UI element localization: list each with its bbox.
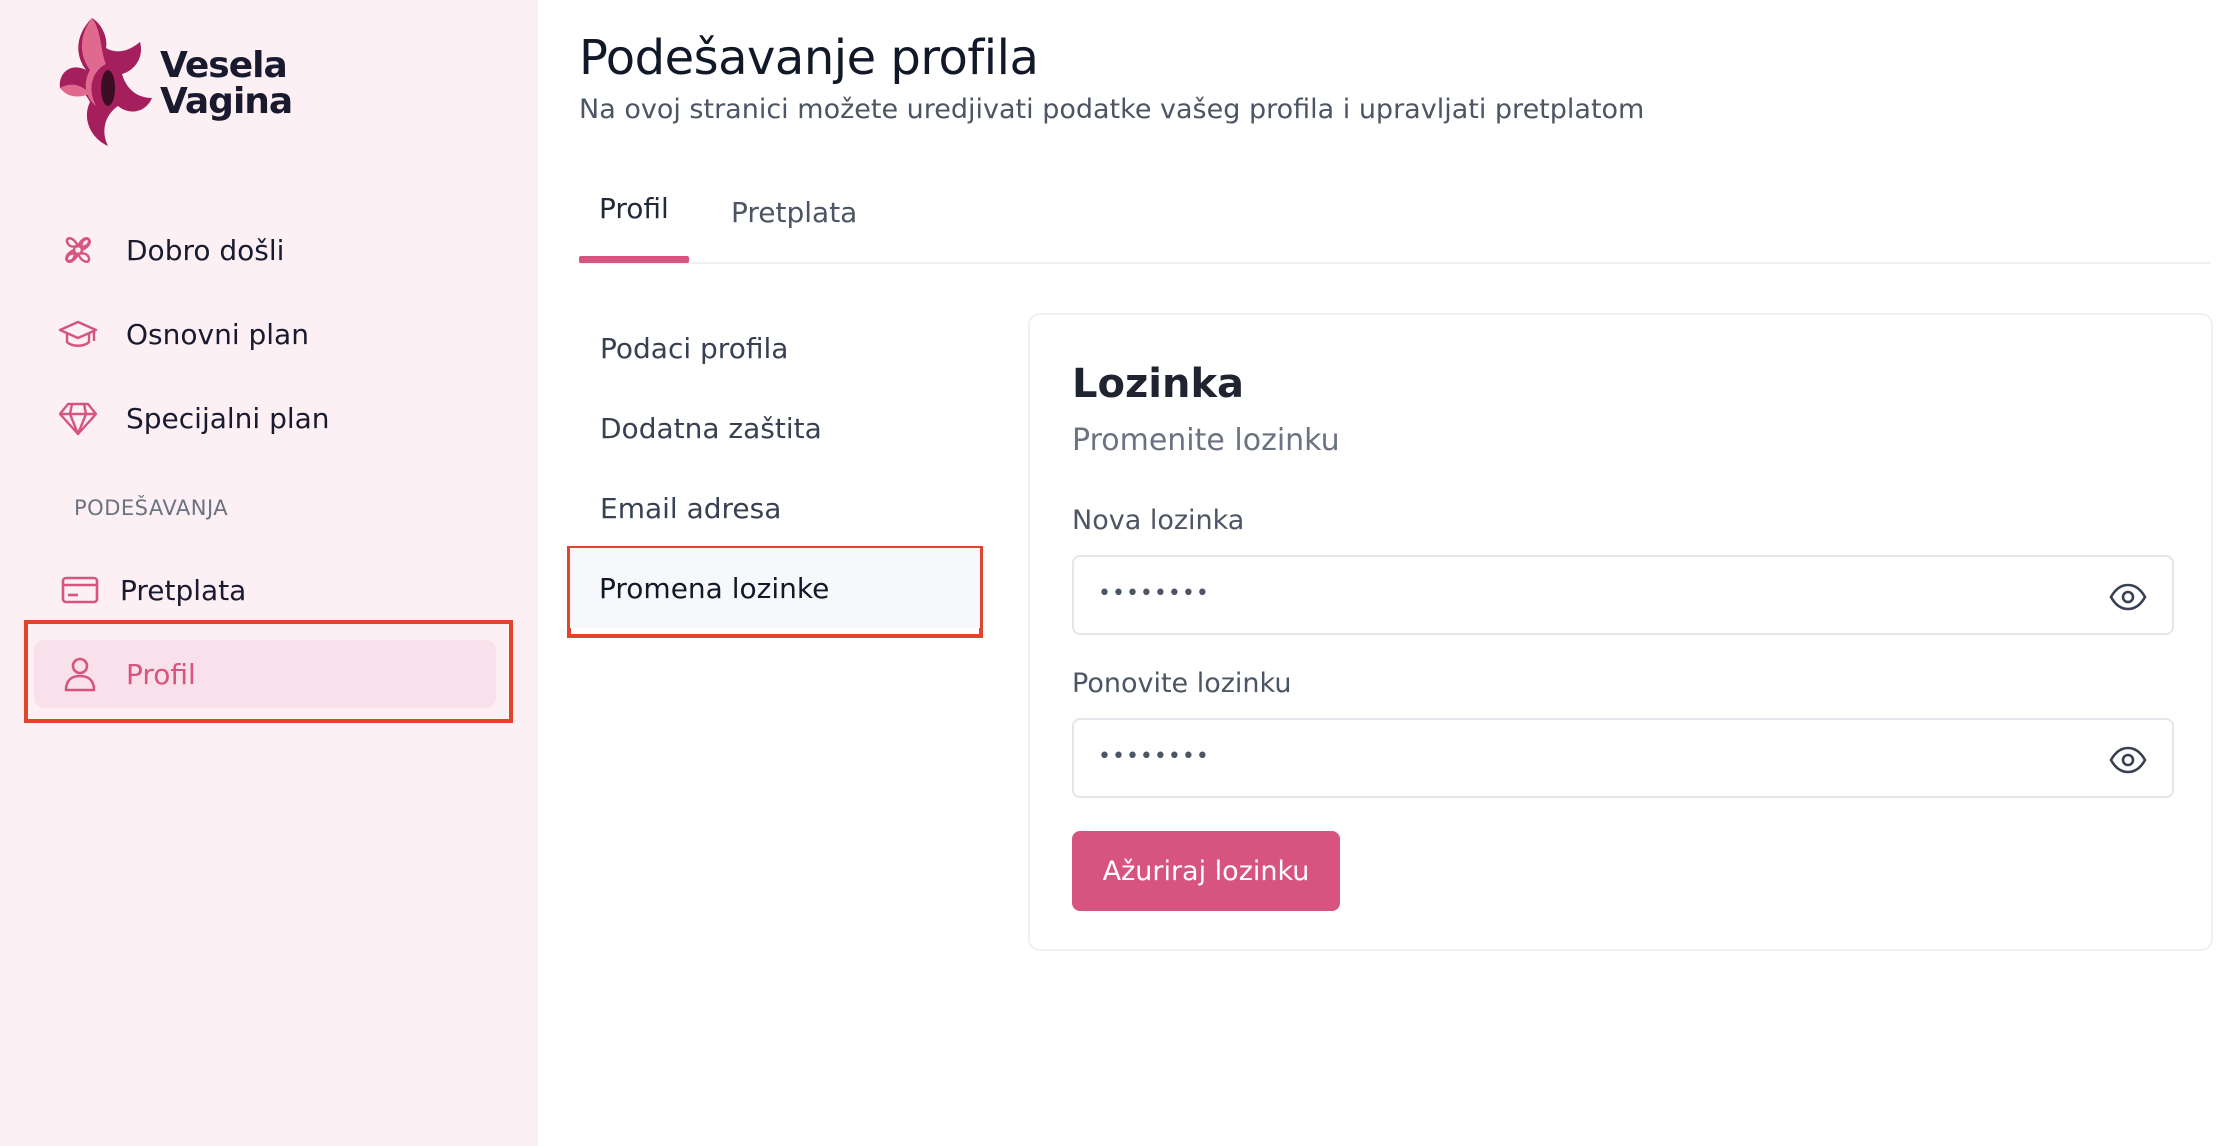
sidebar: Vesela Vagina Dobro došli Osnovni plan S… xyxy=(0,0,538,1146)
credit-card-icon xyxy=(58,568,102,612)
sidebar-item-dobro-dosli[interactable]: Dobro došli xyxy=(56,220,284,280)
tab-bar: Profil Pretplata xyxy=(579,180,2211,264)
eye-icon[interactable] xyxy=(2108,577,2148,617)
repeat-password-value: •••••••• xyxy=(1098,744,1210,769)
settings-section-label: PODEŠAVANJA xyxy=(74,496,229,520)
new-password-field[interactable]: •••••••• xyxy=(1072,555,2174,635)
graduation-cap-icon xyxy=(56,312,100,356)
sidebar-item-label: Specijalni plan xyxy=(126,401,330,435)
sidebar-item-label: Dobro došli xyxy=(126,233,285,267)
highlight-box-profil xyxy=(24,620,513,723)
card-title: Lozinka xyxy=(1072,361,1245,407)
page-title: Podešavanje profila xyxy=(579,30,1039,86)
subnav-email-adresa[interactable]: Email adresa xyxy=(600,492,781,525)
logo-text: Vesela Vagina xyxy=(160,45,293,122)
sidebar-item-specijalni-plan[interactable]: Specijalni plan xyxy=(56,388,330,448)
page-subtitle: Na ovoj stranici možete uredjivati podat… xyxy=(579,94,1645,125)
sidebar-item-label: Pretplata xyxy=(120,573,247,607)
eye-icon[interactable] xyxy=(2108,740,2148,780)
update-password-button[interactable]: Ažuriraj lozinku xyxy=(1072,831,1340,911)
diamond-icon xyxy=(56,396,100,440)
logo-mark-icon xyxy=(59,18,152,146)
repeat-password-field[interactable]: •••••••• xyxy=(1072,718,2174,798)
sidebar-item-osnovni-plan[interactable]: Osnovni plan xyxy=(56,304,309,364)
tab-profil[interactable]: Profil xyxy=(599,192,669,225)
new-password-value: •••••••• xyxy=(1098,581,1210,606)
subnav-promena-lozinke[interactable]: Promena lozinke xyxy=(570,548,980,628)
password-card: Lozinka Promenite lozinku Nova lozinka •… xyxy=(1028,313,2213,951)
sidebar-item-pretplata[interactable]: Pretplata xyxy=(58,560,246,620)
subnav-podaci-profila[interactable]: Podaci profila xyxy=(600,332,788,365)
active-tab-indicator xyxy=(579,256,689,263)
sidebar-item-label: Osnovni plan xyxy=(126,317,309,351)
logo[interactable]: Vesela Vagina xyxy=(56,14,306,154)
card-subtitle: Promenite lozinku xyxy=(1072,423,1340,458)
subnav-label: Promena lozinke xyxy=(599,571,830,605)
repeat-password-label: Ponovite lozinku xyxy=(1072,668,1292,699)
tab-pretplata[interactable]: Pretplata xyxy=(731,196,857,229)
subnav-dodatna-zastita[interactable]: Dodatna zaštita xyxy=(600,412,822,445)
flower-icon xyxy=(56,228,100,272)
new-password-label: Nova lozinka xyxy=(1072,505,1245,536)
